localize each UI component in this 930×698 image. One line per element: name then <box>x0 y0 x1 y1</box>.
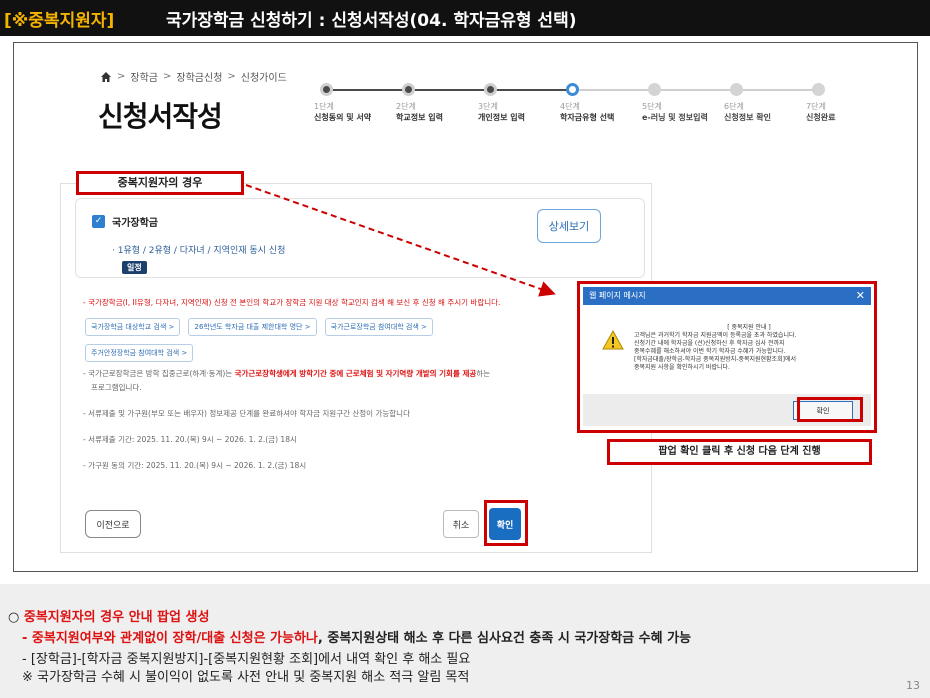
popup-line: 중복지원 사항을 확인하시기 바랍니다. <box>634 364 730 371</box>
popup-line: [학자금대출/장학금-학자금 중복지원방지-중복지원현황조회]에서 <box>634 356 796 363</box>
dashed-arrow-line <box>245 184 556 297</box>
application-screenshot: > 장학금 > 장학금신청 > 신청가이드 신청서작성 1단계 신청동의 및 서… <box>13 42 918 572</box>
slide-header: [※중복지원자] 국가장학금 신청하기 : 신청서작성(04. 학자금유형 선택… <box>0 0 930 36</box>
warning-icon <box>602 330 624 350</box>
notes-line-2: - 중복지원여부와 관계없이 장학/대출 신청은 가능하나, 중복지원상태 해소… <box>22 627 691 646</box>
close-icon[interactable]: ✕ <box>856 287 865 305</box>
notes-line-2-text: , 중복지원상태 해소 후 다른 심사요건 충족 시 국가장학금 수혜 가능 <box>317 631 692 646</box>
popup-action-callout: 팝업 확인 클릭 후 신청 다음 단계 진행 <box>607 439 872 465</box>
notes-line-2-highlight: - 중복지원여부와 관계없이 장학/대출 신청은 가능하나 <box>22 631 318 646</box>
popup-title: 웹 페이지 메시지 <box>589 291 646 300</box>
popup-confirm-highlight <box>797 397 863 422</box>
notes-line-4: ※ 국가장학금 수혜 시 불이익이 없도록 사전 안내 및 중복지원 해소 적극… <box>22 670 470 685</box>
popup-message: [ 중복지원 안내 ] 고객님은 과거학기 학자금 지원금액이 등록금을 초과 … <box>634 324 864 372</box>
popup-line: 고객님은 과거학기 학자금 지원금액이 등록금을 초과 하였습니다. <box>634 332 797 339</box>
notes-line-1: ○ 중복지원자의 경우 안내 팝업 생성 <box>8 606 209 625</box>
popup-line: 중복수혜를 해소하셔야 이번 학기 학자금 수혜가 가능합니다. <box>634 348 786 355</box>
popup-heading: [ 중복지원 안내 ] <box>727 324 771 331</box>
notes-line-1-text: 중복지원자의 경우 안내 팝업 생성 <box>23 610 210 625</box>
slide-title-prefix: [※중복지원자] <box>4 11 115 31</box>
bullet-circle: ○ <box>8 610 20 625</box>
popup-title-bar: 웹 페이지 메시지 ✕ <box>583 287 871 305</box>
popup-line: 신청기간 내에 학자금을 (선)신청하신 후 학자금 심사 전까지 <box>634 340 785 347</box>
slide-notes: ○ 중복지원자의 경우 안내 팝업 생성 - 중복지원여부와 관계없이 장학/대… <box>0 584 930 698</box>
notes-line-3: - [장학금]-[학자금 중복지원방지]-[중복지원현황 조회]에서 내역 확인… <box>22 652 471 667</box>
slide-title: 국가장학금 신청하기 : 신청서작성(04. 학자금유형 선택) <box>166 11 577 31</box>
page-number: 13 <box>906 679 920 692</box>
